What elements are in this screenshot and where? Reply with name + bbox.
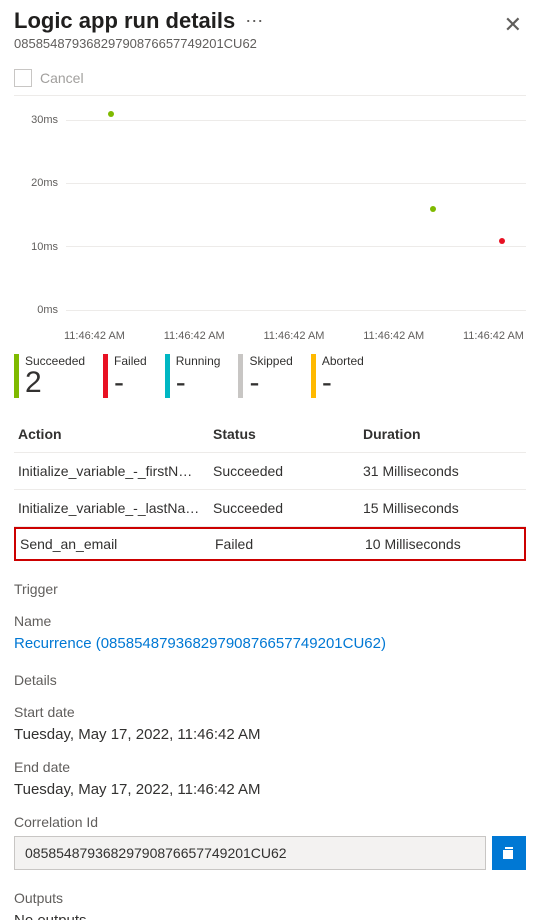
trigger-name-label: Name — [14, 613, 526, 629]
chart-ytick: 0ms — [24, 304, 66, 316]
cell-duration: 31 Milliseconds — [363, 463, 522, 479]
correlation-id-field[interactable]: 08585487936829790876657749201CU62 — [14, 836, 486, 870]
th-status: Status — [213, 426, 363, 442]
th-duration: Duration — [363, 426, 522, 442]
cell-action: Initialize_variable_-_lastNa… — [18, 500, 213, 516]
chart-xtick: 11:46:42 AM — [164, 330, 225, 342]
panel-scroll[interactable]: Logic app run details ⋯ 0858548793682979… — [0, 0, 540, 920]
copy-button[interactable] — [492, 836, 526, 870]
end-date-value: Tuesday, May 17, 2022, 11:46:42 AM — [14, 781, 526, 798]
status-card-bar — [311, 354, 316, 398]
table-row[interactable]: Initialize_variable_-_firstN…Succeeded31… — [14, 453, 526, 490]
chart-gridline-line — [66, 183, 526, 184]
cell-duration: 10 Milliseconds — [365, 536, 520, 552]
start-date-value: Tuesday, May 17, 2022, 11:46:42 AM — [14, 726, 526, 743]
table-row[interactable]: Send_an_emailFailed10 Milliseconds — [14, 527, 526, 561]
header: Logic app run details ⋯ 0858548793682979… — [14, 8, 526, 51]
chart-gridline-line — [66, 246, 526, 247]
status-card-value: - — [114, 368, 147, 398]
chart-gridline-line — [66, 310, 526, 311]
cell-status: Failed — [215, 536, 365, 552]
outputs-value: No outputs — [14, 912, 526, 920]
status-card[interactable]: Failed- — [103, 354, 147, 398]
status-card-value: - — [249, 368, 292, 398]
table-row[interactable]: Initialize_variable_-_lastNa…Succeeded15… — [14, 490, 526, 527]
toolbar: Cancel — [14, 69, 526, 96]
chart-point — [430, 206, 436, 212]
status-card-value: - — [322, 368, 364, 398]
chart-xtick: 11:46:42 AM — [463, 330, 524, 342]
chart-xtick: 11:46:42 AM — [264, 330, 325, 342]
status-card-value: 2 — [25, 368, 85, 398]
chart-gridline-line — [66, 120, 526, 121]
end-date-label: End date — [14, 759, 526, 775]
page-title: Logic app run details — [14, 8, 235, 34]
chart-point — [108, 111, 114, 117]
status-card-bar — [165, 354, 170, 398]
chart-xtick: 11:46:42 AM — [64, 330, 125, 342]
chart-gridline: 0ms — [24, 304, 526, 316]
trigger-link[interactable]: Recurrence (0858548793682979087665774920… — [14, 635, 526, 652]
chart-xticks: 11:46:42 AM 11:46:42 AM 11:46:42 AM 11:46:4… — [64, 330, 524, 342]
cancel-button: Cancel — [14, 69, 526, 87]
status-card-bar — [14, 354, 19, 398]
chart-gridline: 10ms — [24, 241, 526, 253]
chart-gridline: 20ms — [24, 177, 526, 189]
chart-xtick: 11:46:42 AM — [363, 330, 424, 342]
trigger-section: Trigger — [14, 581, 526, 597]
more-icon[interactable]: ⋯ — [245, 11, 263, 32]
details-section: Details — [14, 672, 526, 688]
start-date-label: Start date — [14, 704, 526, 720]
cell-duration: 15 Milliseconds — [363, 500, 522, 516]
copy-icon — [501, 845, 517, 861]
correlation-id-label: Correlation Id — [14, 814, 526, 830]
status-card-bar — [103, 354, 108, 398]
status-summary: Succeeded2 Failed- Running- Skipped- Aborted… — [14, 354, 526, 398]
cell-status: Succeeded — [213, 463, 363, 479]
status-card-value: - — [176, 368, 221, 398]
outputs-section: Outputs — [14, 890, 526, 906]
run-id: 08585487936829790876657749201CU62 — [14, 36, 263, 51]
cell-action: Initialize_variable_-_firstN… — [18, 463, 213, 479]
cell-status: Succeeded — [213, 500, 363, 516]
chart-ytick: 20ms — [24, 177, 66, 189]
status-card[interactable]: Skipped- — [238, 354, 292, 398]
duration-chart: 30ms 20ms 10ms 0ms — [24, 114, 526, 324]
status-card[interactable]: Aborted- — [311, 354, 364, 398]
cancel-icon — [14, 69, 32, 87]
chart-ytick: 30ms — [24, 114, 66, 126]
status-card[interactable]: Succeeded2 — [14, 354, 85, 398]
status-card-bar — [238, 354, 243, 398]
th-action: Action — [18, 426, 213, 442]
chart-ytick: 10ms — [24, 241, 66, 253]
cell-action: Send_an_email — [20, 536, 215, 552]
cancel-label: Cancel — [40, 70, 84, 86]
status-card[interactable]: Running- — [165, 354, 221, 398]
chart-point — [499, 238, 505, 244]
chart-gridline: 30ms — [24, 114, 526, 126]
close-icon[interactable]: ✕ — [500, 8, 526, 42]
actions-table-header: Action Status Duration — [14, 416, 526, 453]
